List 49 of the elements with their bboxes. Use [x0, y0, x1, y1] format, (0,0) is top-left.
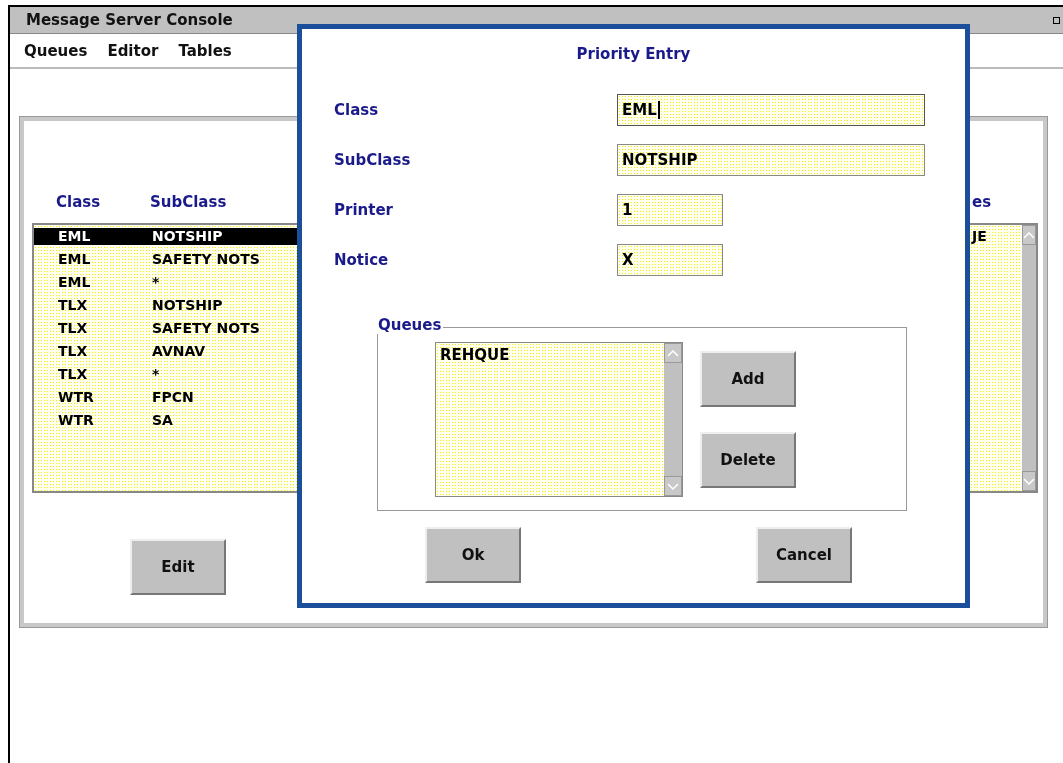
dialog-button[interactable]: Cancel: [756, 527, 852, 583]
table-cell-text: SAFETY NOTS: [151, 320, 261, 338]
queue-button[interactable]: Delete: [700, 432, 796, 488]
table-cell-text: TLX: [57, 343, 89, 361]
field-label: Class: [334, 101, 380, 119]
input-field[interactable]: EML: [617, 94, 925, 126]
restore-icon[interactable]: [1053, 16, 1060, 24]
window-title: Message Server Console: [26, 11, 233, 29]
table-cell-text: WTR: [57, 412, 95, 430]
table-cell-text: TLX: [57, 320, 89, 338]
scrollbar[interactable]: [1022, 225, 1036, 491]
chevron-down-icon: [667, 482, 679, 490]
chevron-down-icon: [1023, 477, 1035, 485]
table-cell-text: *: [151, 366, 161, 384]
table-cell-text: NOTSHIP: [151, 228, 224, 246]
field-label: Notice: [334, 251, 390, 269]
column-header: Class: [56, 193, 102, 213]
table-cell-text: WTR: [57, 389, 95, 407]
dialog-title: Priority Entry: [576, 45, 691, 63]
table-cell-text: JE: [972, 228, 988, 246]
group-label: Queues: [376, 316, 444, 334]
table-cell-text: EML: [57, 251, 92, 269]
input-field[interactable]: 1: [617, 194, 723, 226]
table-cell-text: TLX: [57, 297, 89, 315]
scrollbar[interactable]: [664, 343, 682, 496]
table-cell-text: NOTSHIP: [151, 297, 224, 315]
table-cell-text: SA: [151, 412, 174, 430]
table-cell-text: EML: [57, 274, 92, 292]
list-item[interactable]: REHQUE: [440, 346, 660, 364]
column-header: es: [972, 193, 993, 213]
edit-button[interactable]: Edit: [130, 539, 226, 595]
queue-button[interactable]: Add: [700, 351, 796, 407]
menu-item[interactable]: Editor: [107, 41, 159, 60]
chevron-up-icon: [667, 349, 679, 357]
input-field[interactable]: NOTSHIP: [617, 144, 925, 176]
menu-item[interactable]: Queues: [24, 41, 88, 60]
input-field[interactable]: X: [617, 244, 723, 276]
table-cell-text: SAFETY NOTS: [151, 251, 261, 269]
menu-item[interactable]: Tables: [178, 41, 232, 60]
field-label: Printer: [334, 201, 394, 219]
table-cell-text: FPCN: [151, 389, 195, 407]
table-cell-text: TLX: [57, 366, 89, 384]
column-header: SubClass: [150, 193, 228, 213]
table-cell-text: EML: [57, 228, 92, 246]
chevron-up-icon: [1023, 231, 1035, 239]
table-cell-text: AVNAV: [151, 343, 207, 361]
dialog-button[interactable]: Ok: [425, 527, 521, 583]
field-label: SubClass: [334, 151, 412, 169]
table-cell-text: *: [151, 274, 161, 292]
